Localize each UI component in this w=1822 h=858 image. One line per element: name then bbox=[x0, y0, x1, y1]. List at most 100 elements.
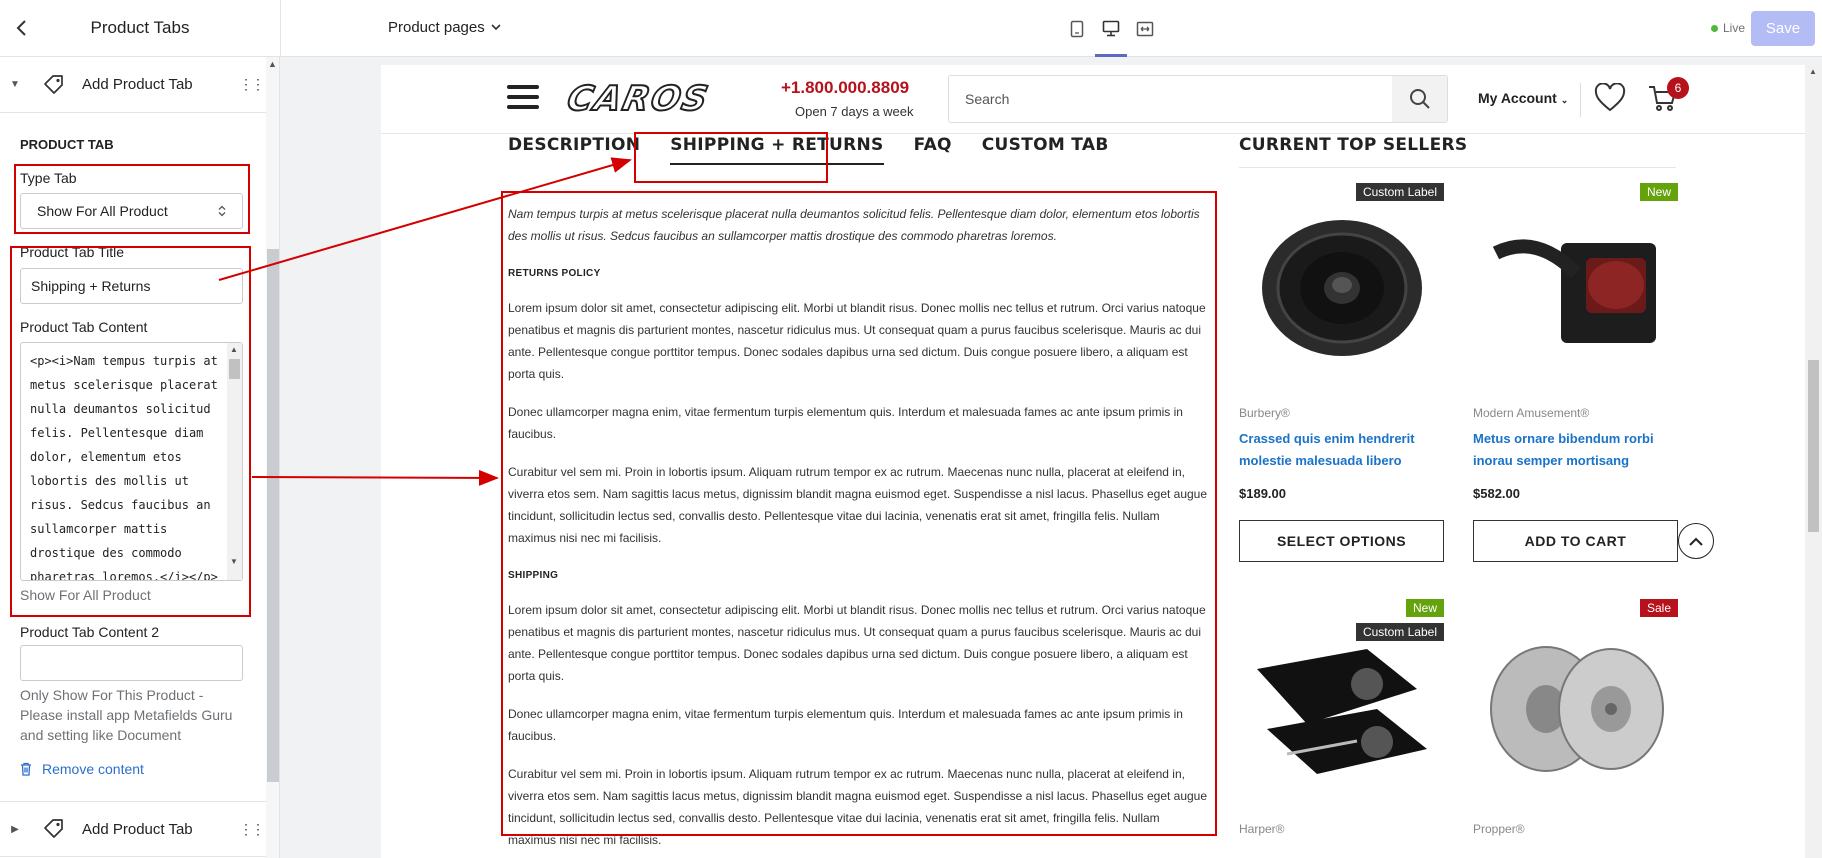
scroll-up-icon[interactable]: ▲ bbox=[268, 59, 277, 69]
tab-shipping-returns[interactable]: SHIPPING + RETURNS bbox=[670, 135, 884, 165]
tab-content-textarea[interactable]: <p><i>Nam tempus turpis at metus sceleri… bbox=[20, 342, 243, 581]
divider bbox=[280, 0, 281, 57]
section-heading: PRODUCT TAB bbox=[20, 137, 114, 152]
divider bbox=[1580, 83, 1581, 117]
type-tab-select[interactable]: Show For All Product bbox=[20, 193, 243, 229]
tab-paragraph: Lorem ipsum dolor sit amet, consectetur … bbox=[508, 603, 1206, 683]
store-hours: Open 7 days a week bbox=[795, 104, 914, 119]
tab-paragraph: Donec ullamcorper magna enim, vitae ferm… bbox=[508, 405, 1183, 441]
scroll-up-icon[interactable]: ▲ bbox=[1809, 67, 1817, 76]
scrollbar-thumb[interactable] bbox=[229, 359, 240, 379]
store-search[interactable]: Search bbox=[948, 75, 1448, 123]
page-selector-label: Product pages bbox=[388, 19, 485, 36]
trash-icon bbox=[21, 762, 31, 776]
product-name[interactable]: Crassed quis enim hendrerit molestie mal… bbox=[1239, 428, 1444, 472]
block-add-product-tab-2[interactable]: ▶ Add Product Tab ⋮⋮ bbox=[0, 801, 266, 857]
desktop-view-button[interactable] bbox=[1095, 0, 1127, 57]
block-label: Add Product Tab bbox=[82, 820, 193, 838]
tag-icon bbox=[44, 74, 63, 94]
panel-title: Product Tabs bbox=[90, 18, 190, 37]
search-placeholder: Search bbox=[965, 91, 1010, 107]
returns-heading: RETURNS POLICY bbox=[508, 268, 601, 279]
product-label: Sale bbox=[1639, 599, 1678, 617]
scroll-up-icon[interactable]: ▲ bbox=[230, 345, 238, 354]
tab-content-help: Show For All Product bbox=[20, 587, 151, 603]
add-to-cart-button[interactable]: ADD TO CART bbox=[1473, 520, 1678, 562]
tab-intro: Nam tempus turpis at metus scelerisque p… bbox=[508, 207, 1200, 243]
product-image-intake[interactable] bbox=[1473, 183, 1678, 393]
menu-icon[interactable] bbox=[507, 85, 539, 109]
divider bbox=[1239, 167, 1676, 168]
status-label: Live bbox=[1723, 21, 1746, 35]
product-card: Custom Label Burbery® Crassed quis enim … bbox=[1239, 183, 1444, 563]
tab-faq[interactable]: FAQ bbox=[914, 135, 952, 165]
product-image-brake-rotors[interactable] bbox=[1473, 599, 1678, 809]
tab-paragraph: Donec ullamcorper magna enim, vitae ferm… bbox=[508, 707, 1183, 743]
tab-description[interactable]: DESCRIPTION bbox=[508, 135, 640, 165]
product-brand: Burbery® bbox=[1239, 406, 1290, 420]
tab-paragraph: Curabitur vel sem mi. Proin in lobortis … bbox=[508, 767, 1208, 847]
product-price: $582.00 bbox=[1473, 486, 1520, 501]
block-label: Add Product Tab bbox=[82, 76, 193, 93]
drag-handle-icon[interactable]: ⋮⋮ bbox=[236, 821, 266, 838]
preview-scrollbar[interactable]: ▲ bbox=[1805, 65, 1822, 858]
tab-content2-input[interactable] bbox=[20, 645, 243, 681]
tab-content: Nam tempus turpis at metus scelerisque p… bbox=[508, 203, 1208, 858]
product-card: New Custom Label Harper® bbox=[1239, 599, 1444, 858]
search-button[interactable] bbox=[1392, 76, 1447, 122]
account-menu[interactable]: My Account ⌄ bbox=[1478, 90, 1568, 106]
caret-right-icon[interactable]: ▶ bbox=[0, 824, 30, 835]
device-switcher bbox=[1062, 0, 1160, 57]
desktop-icon bbox=[1102, 20, 1120, 37]
product-label: New bbox=[1639, 183, 1678, 201]
scrollbar-thumb[interactable] bbox=[1808, 360, 1819, 532]
product-brand: Propper® bbox=[1473, 822, 1525, 836]
back-to-top-button[interactable] bbox=[1678, 523, 1714, 559]
product-label: Custom Label bbox=[1355, 623, 1444, 641]
tab-title-label: Product Tab Title bbox=[20, 244, 125, 260]
product-price: $189.00 bbox=[1239, 486, 1286, 501]
product-brand: Harper® bbox=[1239, 822, 1285, 836]
tab-paragraph: Lorem ipsum dolor sit amet, consectetur … bbox=[508, 301, 1206, 381]
tab-custom[interactable]: CUSTOM TAB bbox=[982, 135, 1109, 165]
mobile-view-button[interactable] bbox=[1062, 0, 1092, 57]
select-options-button[interactable]: SELECT OPTIONS bbox=[1239, 520, 1444, 562]
settings-sidebar: ▼ Add Product Tab ⋮⋮ PRODUCT TAB Type Ta… bbox=[0, 57, 280, 858]
sidebar-scrollbar[interactable]: ▲ bbox=[266, 57, 279, 858]
tab-content2-label: Product Tab Content 2 bbox=[20, 624, 160, 640]
page-selector[interactable]: Product pages bbox=[388, 19, 501, 36]
account-label: My Account bbox=[1478, 90, 1557, 106]
block-add-product-tab[interactable]: ▼ Add Product Tab ⋮⋮ bbox=[0, 57, 266, 113]
product-image-speaker[interactable] bbox=[1239, 183, 1444, 393]
chevron-down-icon bbox=[491, 24, 501, 31]
tag-icon bbox=[44, 819, 63, 838]
save-button[interactable]: Save bbox=[1751, 11, 1815, 46]
chevron-up-icon bbox=[1689, 537, 1703, 546]
remove-content-label: Remove content bbox=[42, 761, 144, 777]
remove-content-link[interactable]: Remove content bbox=[20, 761, 144, 777]
fullwidth-view-button[interactable] bbox=[1130, 0, 1160, 57]
type-tab-value: Show For All Product bbox=[37, 203, 168, 219]
store-header: CAROS +1.800.000.8809 Open 7 days a week… bbox=[381, 65, 1805, 134]
drag-handle-icon[interactable]: ⋮⋮ bbox=[236, 76, 266, 93]
shipping-heading: SHIPPING bbox=[508, 570, 559, 581]
textarea-scrollbar[interactable]: ▲ ▼ bbox=[227, 343, 242, 580]
tab-title-input[interactable] bbox=[20, 268, 243, 304]
mobile-icon bbox=[1070, 20, 1084, 37]
product-card: Sale Propper® bbox=[1473, 599, 1678, 858]
scroll-down-icon[interactable]: ▼ bbox=[230, 557, 238, 566]
editor-topbar: Product Tabs Product pages Live Save bbox=[0, 0, 1822, 57]
select-arrows-icon bbox=[218, 205, 226, 217]
store-logo[interactable]: CAROS bbox=[563, 78, 714, 120]
product-card: New Modern Amusement® Metus ornare biben… bbox=[1473, 183, 1678, 563]
live-status: Live bbox=[1711, 21, 1745, 35]
store-preview: CAROS +1.800.000.8809 Open 7 days a week… bbox=[381, 65, 1805, 858]
chevron-down-icon: ⌄ bbox=[1560, 95, 1569, 105]
wishlist-heart-icon[interactable] bbox=[1594, 83, 1626, 113]
product-brand: Modern Amusement® bbox=[1473, 406, 1590, 420]
product-label: Custom Label bbox=[1355, 183, 1444, 201]
store-phone[interactable]: +1.800.000.8809 bbox=[781, 78, 909, 98]
product-name[interactable]: Metus ornare bibendum rorbi inorau sempe… bbox=[1473, 428, 1678, 472]
scrollbar-thumb[interactable] bbox=[267, 249, 279, 782]
caret-down-icon[interactable]: ▼ bbox=[0, 79, 30, 90]
